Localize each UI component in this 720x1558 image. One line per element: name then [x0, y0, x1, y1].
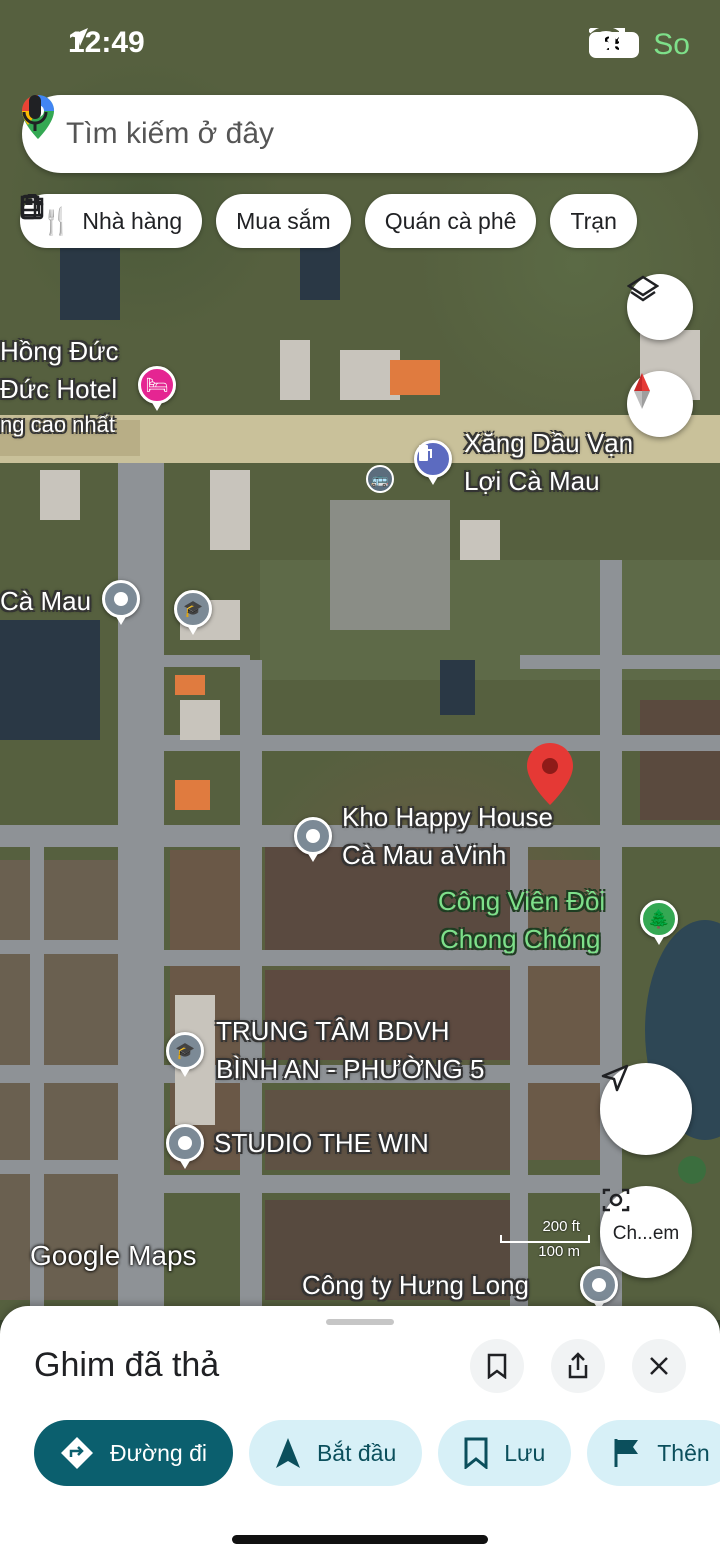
tree-icon: 🌲: [647, 908, 671, 929]
hotel-poi[interactable]: 🛏: [138, 366, 176, 411]
map-label-studio[interactable]: STUDIO THE WIN: [214, 1128, 429, 1159]
close-button[interactable]: [632, 1339, 686, 1393]
map-label-cong-vien-2[interactable]: Chong Chóng: [440, 924, 600, 955]
park-poi[interactable]: 🌲: [640, 900, 678, 945]
place-bottom-sheet[interactable]: Ghim đã thả Đường đi Bắt đầu Lưu Thên: [0, 1306, 720, 1558]
map-label-hong-duc[interactable]: Hồng Đức: [0, 336, 119, 367]
graduation-cap-icon: 🎓: [175, 1043, 195, 1060]
sheet-title: Ghim đã thả: [34, 1346, 220, 1384]
education-poi[interactable]: 🎓: [166, 1032, 204, 1077]
map-view[interactable]: 12:49 85 So Tìm kiếm ở đây: [0, 0, 720, 1320]
place-poi-studio[interactable]: [166, 1124, 204, 1169]
status-bar: 12:49 85 So: [0, 0, 720, 80]
camera-search-button[interactable]: Ch...em: [600, 1186, 692, 1278]
map-label-kho-happy[interactable]: Kho Happy House: [342, 802, 553, 833]
directions-button[interactable]: Đường đi: [34, 1420, 233, 1486]
gas-station-icon: [21, 194, 43, 220]
wifi-icon: [589, 28, 624, 50]
map-label-trung-tam-2[interactable]: BÌNH AN - PHƯỜNG 5: [216, 1054, 484, 1085]
camera-icon: [602, 1188, 630, 1212]
chip-gas-stations[interactable]: Trạn: [21, 194, 637, 248]
bus-stop-icon[interactable]: 🚌: [366, 465, 394, 493]
map-label-kho-happy-2[interactable]: Cà Mau aVinh: [342, 840, 506, 871]
layers-button[interactable]: [627, 274, 693, 340]
my-location-button[interactable]: [600, 1063, 692, 1155]
search-input[interactable]: Tìm kiếm ở đây: [66, 117, 674, 151]
category-chips: 🍴 Nhà hàng Mua sắm Quán cà phê Trạn: [20, 194, 637, 248]
microphone-icon[interactable]: [22, 95, 48, 133]
chip-restaurants[interactable]: 🍴 Nhà hàng: [20, 194, 203, 248]
home-indicator: [232, 1535, 488, 1544]
share-button[interactable]: [551, 1339, 605, 1393]
status-time: 12:49: [68, 26, 145, 59]
map-scale: 200 ft 100 m: [500, 1218, 590, 1260]
school-poi[interactable]: 🎓: [174, 590, 212, 635]
chip-cafes[interactable]: Quán cà phê: [20, 194, 537, 248]
bookmark-icon: [464, 1437, 488, 1469]
start-button[interactable]: Bắt đầu: [248, 1420, 423, 1486]
dropped-pin-icon[interactable]: [527, 743, 573, 805]
google-maps-logo: Google Maps: [30, 1240, 197, 1271]
bed-icon: 🛏: [145, 374, 169, 395]
close-icon: [650, 1357, 668, 1375]
location-arrow-icon: [70, 28, 88, 46]
navigation-arrow-icon: [601, 1064, 629, 1092]
directions-icon: [61, 1437, 93, 1469]
compass-button[interactable]: [627, 371, 693, 437]
save-button[interactable]: Lưu: [438, 1420, 572, 1486]
action-buttons: Đường đi Bắt đầu Lưu Thên: [34, 1420, 720, 1486]
share-icon: [568, 1352, 588, 1379]
fuel-pump-icon: [419, 445, 432, 461]
map-label-trung-tam[interactable]: TRUNG TÂM BDVH: [216, 1016, 450, 1047]
navigation-arrow-icon: [275, 1438, 300, 1468]
fuel-poi[interactable]: [414, 440, 452, 485]
map-label-hung-long[interactable]: Công ty Hưng Long: [302, 1270, 529, 1301]
sheet-drag-handle[interactable]: [326, 1319, 394, 1325]
add-label-button[interactable]: Thên: [587, 1420, 720, 1486]
camera-button-label: Ch...em: [612, 1223, 680, 1244]
search-bar[interactable]: Tìm kiếm ở đây: [22, 95, 698, 173]
place-poi-ca-mau[interactable]: [102, 580, 140, 625]
map-label-duc-hotel[interactable]: Đức Hotel: [0, 374, 117, 405]
save-icon-button[interactable]: [470, 1339, 524, 1393]
map-edge-label: So: [653, 28, 690, 61]
flag-icon: [614, 1439, 639, 1467]
map-label-ca-mau[interactable]: Cà Mau: [0, 586, 91, 617]
map-label-xang-dau[interactable]: Xăng Dầu Vạn: [464, 428, 633, 459]
place-poi-hung-long[interactable]: [580, 1266, 618, 1311]
layers-icon: [627, 275, 659, 302]
place-poi-kho-happy[interactable]: [294, 817, 332, 862]
chip-shopping[interactable]: Mua sắm: [20, 194, 351, 248]
map-label-loi-ca-mau[interactable]: Lợi Cà Mau: [464, 466, 600, 497]
bookmark-icon: [487, 1353, 507, 1379]
graduation-cap-icon: 🎓: [183, 601, 203, 618]
map-label-cao-nhat: ng cao nhất: [0, 412, 115, 437]
map-label-cong-vien[interactable]: Công Viên Đồi: [438, 886, 605, 917]
compass-icon: [634, 373, 650, 409]
